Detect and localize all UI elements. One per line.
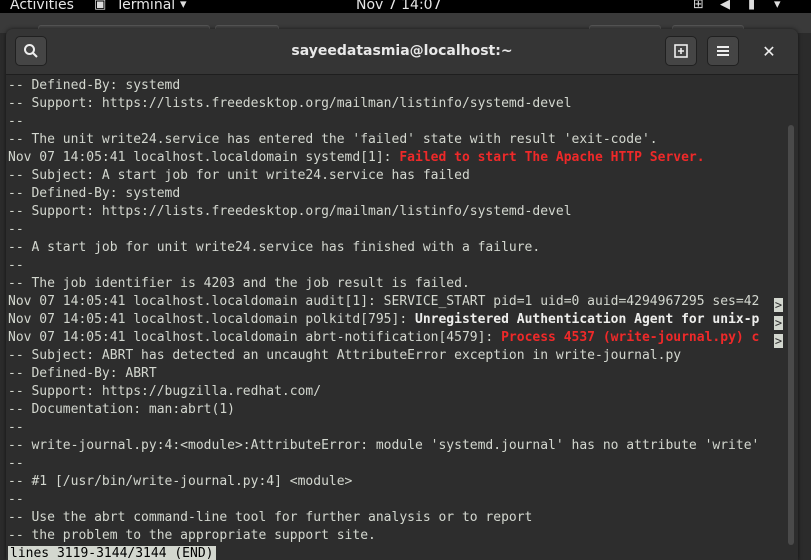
error-text: Failed to start The Apache HTTP Server. [399,150,705,165]
error-text: Process 4537 (write-journal.py) c [501,330,760,345]
terminal-line: -- Support: https://lists.freedesktop.or… [8,95,759,113]
terminal-line: -- A start job for unit write24.service … [8,239,759,257]
line-text: Nov 07 14:05:41 localhost.localdomain sy… [8,150,400,165]
hamburger-menu-icon [717,46,729,56]
line-text: -- Support: https://lists.freedesktop.or… [8,96,572,111]
terminal-line: -- Subject: A start job for unit write24… [8,167,759,185]
terminal-line: -- [8,221,759,239]
gnome-top-bar: Activities ▣ Terminal ▾ Nov 7 14:07 ⊞ ◀ … [0,0,811,13]
line-text: -- [8,222,24,237]
terminal-line: -- Documentation: man:abrt(1) [8,401,759,419]
terminal-line: -- [8,257,759,275]
terminal-line: -- Defined-By: systemd [8,77,759,95]
activities-button[interactable]: Activities [10,0,74,13]
line-text: -- Support: https://bugzilla.redhat.com/ [8,384,322,399]
system-menu-chevron-icon[interactable]: ▾ [774,0,781,12]
line-text: -- The unit write24.service has entered … [8,132,658,147]
line-text: -- [8,114,24,129]
line-text: -- The job identifier is 4203 and the jo… [8,276,470,291]
line-text: -- [8,492,24,507]
truncation-marker: > [774,316,783,330]
pager-status-line: lines 3119-3144/3144 (END) [8,546,216,560]
line-text: Nov 07 14:05:41 localhost.localdomain ab… [8,330,502,345]
app-menu-chevron-icon[interactable]: ▾ [180,0,187,12]
line-text: -- Documentation: man:abrt(1) [8,402,235,417]
terminal-window: sayeedatasmia@localhost:~ ✕ -- Defined-B… [6,29,798,560]
header-bar: sayeedatasmia@localhost:~ ✕ [6,29,798,75]
highlight-text: Unregistered Authentication Agent for un… [415,312,760,327]
terminal-content[interactable]: -- Defined-By: systemd -- Support: https:… [6,75,798,560]
line-text: -- [8,258,24,273]
menu-button[interactable] [707,36,739,66]
terminal-line: -- the problem to the appropriate suppor… [8,527,759,545]
truncation-marker: > [774,334,783,348]
battery-icon[interactable]: ▮ [748,0,755,12]
line-text: -- Support: https://lists.freedesktop.or… [8,204,572,219]
line-text: -- write-journal.py:4:<module>:Attribute… [8,438,760,453]
terminal-line: -- Defined-By: ABRT [8,365,759,383]
terminal-line: Nov 07 14:05:41 localhost.localdomain ab… [8,329,759,347]
terminal-line: -- The unit write24.service has entered … [8,131,759,149]
line-text: Nov 07 14:05:41 localhost.localdomain au… [8,294,760,309]
terminal-app-icon: ▣ [94,0,107,12]
terminal-line: -- The job identifier is 4203 and the jo… [8,275,759,293]
line-text: -- #1 [/usr/bin/write-journal.py:4] <mod… [8,474,353,489]
terminal-line: -- Defined-By: systemd [8,185,759,203]
terminal-line: -- [8,419,759,437]
app-menu-button[interactable]: Terminal [116,0,175,13]
terminal-line: -- [8,491,759,509]
network-icon[interactable]: ⊞ [693,0,704,12]
line-text: -- Subject: ABRT has detected an uncaugh… [8,348,682,363]
new-tab-button[interactable] [665,36,697,66]
line-text: -- the problem to the appropriate suppor… [8,528,376,543]
terminal-line: -- #1 [/usr/bin/write-journal.py:4] <mod… [8,473,759,491]
line-text: -- Defined-By: systemd [8,186,181,201]
terminal-line: -- Support: https://bugzilla.redhat.com/ [8,383,759,401]
line-text: -- Use the abrt command-line tool for fu… [8,510,533,525]
terminal-line: Nov 07 14:05:41 localhost.localdomain sy… [8,149,759,167]
terminal-line: Nov 07 14:05:41 localhost.localdomain au… [8,293,759,311]
close-button[interactable]: ✕ [758,41,780,63]
terminal-line: -- Support: https://lists.freedesktop.or… [8,203,759,221]
clock[interactable]: Nov 7 14:07 [356,0,441,13]
volume-icon[interactable]: ◀ [720,0,730,12]
terminal-line: -- Use the abrt command-line tool for fu… [8,509,759,527]
line-text: -- [8,420,24,435]
line-text: -- A start job for unit write24.service … [8,240,541,255]
line-text: Nov 07 14:05:41 localhost.localdomain po… [8,312,415,327]
line-text: -- Defined-By: systemd [8,78,181,93]
terminal-line: -- write-journal.py:4:<module>:Attribute… [8,437,759,455]
scrollbar[interactable] [788,125,794,545]
terminal-line: -- [8,113,759,131]
line-text: -- [8,456,24,471]
line-text: -- Subject: A start job for unit write24… [8,168,470,183]
terminal-line: Nov 07 14:05:41 localhost.localdomain po… [8,311,759,329]
new-tab-icon [674,44,688,58]
close-icon: ✕ [762,42,776,61]
line-text: -- Defined-By: ABRT [8,366,157,381]
terminal-line: -- [8,455,759,473]
terminal-line: -- Subject: ABRT has detected an uncaugh… [8,347,759,365]
truncation-marker: > [774,298,783,312]
terminal-output: -- Defined-By: systemd -- Support: https:… [8,77,759,545]
